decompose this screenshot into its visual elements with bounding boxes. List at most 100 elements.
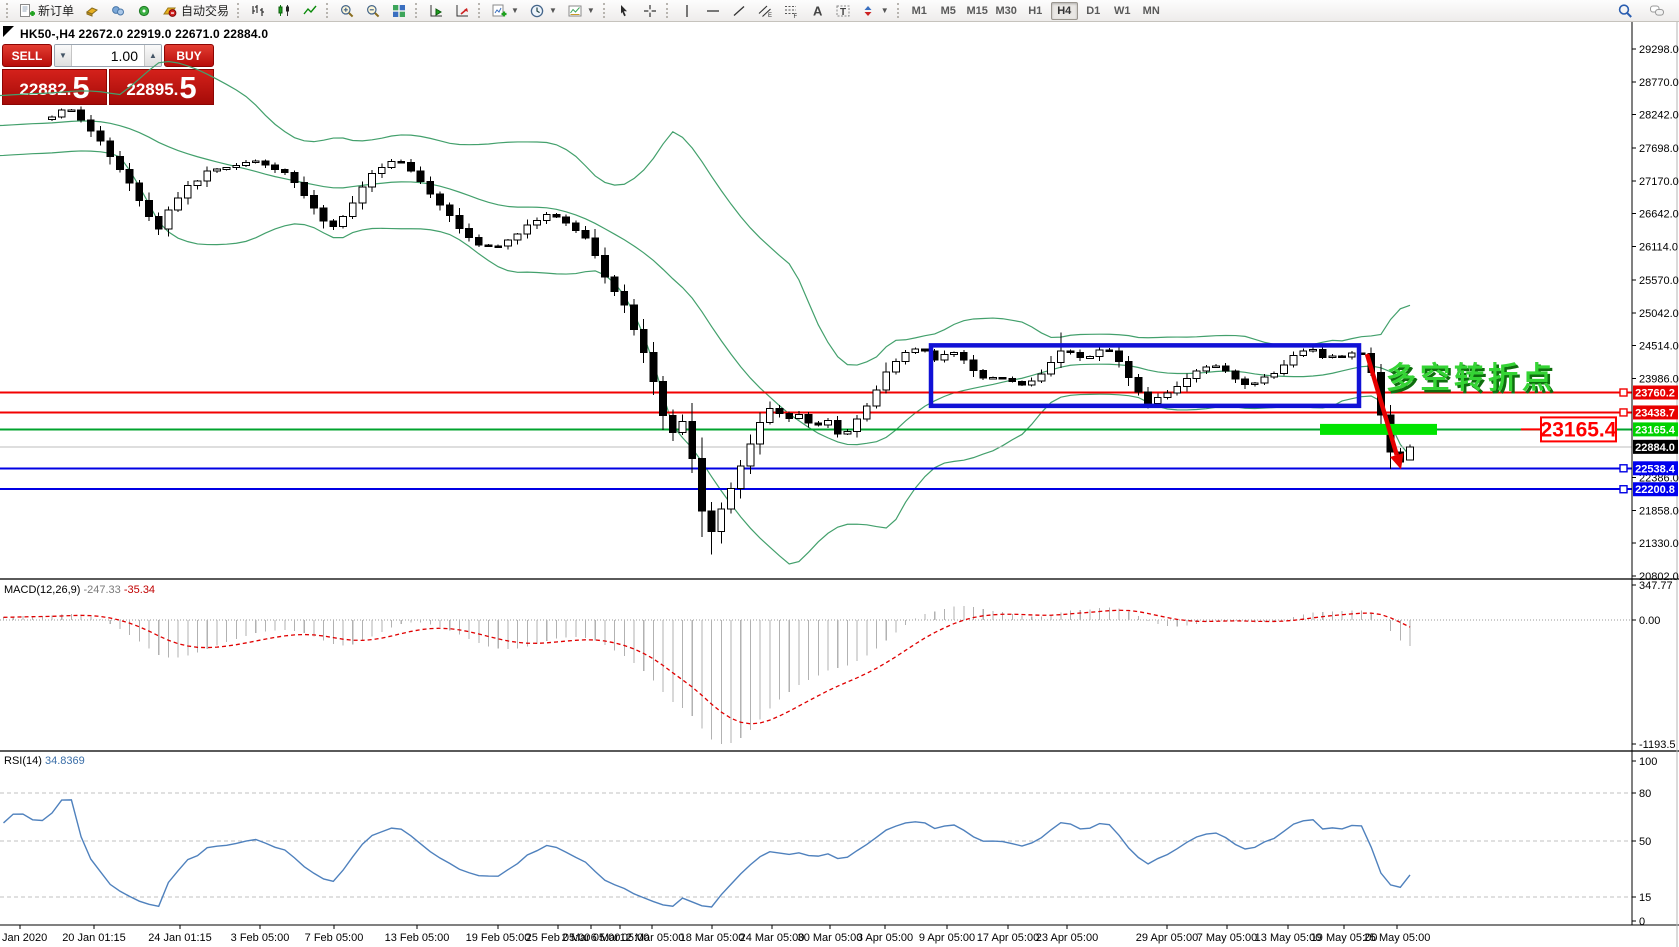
toolbar-grip	[326, 3, 330, 18]
level-handle[interactable]	[1620, 465, 1627, 472]
text-icon: A	[809, 3, 825, 19]
line-chart-icon	[302, 3, 318, 19]
rsi-axis-label: 0	[1639, 916, 1645, 928]
price-tick-label: 24514.0	[1639, 341, 1679, 353]
autotrading-button[interactable]: 自动交易	[158, 1, 233, 21]
zoom-out-button[interactable]	[361, 1, 385, 21]
tile-windows-icon	[391, 3, 407, 19]
macd-axis-label: 347.77	[1639, 580, 1673, 592]
cursor-icon	[616, 3, 632, 19]
rsi-axis-label: 80	[1639, 788, 1651, 800]
cn-annotation-text[interactable]: 多空转折点	[1386, 362, 1556, 395]
toolbar-right-icons	[1613, 1, 1675, 21]
new-chart-button[interactable]: ▼	[487, 1, 523, 21]
timeframe-mn-button[interactable]: MN	[1138, 2, 1165, 20]
periods-button[interactable]: ▼	[525, 1, 561, 21]
candle-chart-icon	[276, 3, 292, 19]
macd-axis-label: 0.00	[1639, 615, 1660, 627]
time-tick-label: 30 Mar 05:00	[798, 932, 863, 944]
time-tick-label: 19 Feb 05:00	[466, 932, 531, 944]
time-tick-label: 12 Mar 05:00	[620, 932, 685, 944]
dropdown-caret-icon[interactable]: ▼	[549, 6, 557, 15]
rsi-line	[4, 800, 1411, 907]
text-label-icon: T	[835, 3, 851, 19]
shapes-icon	[861, 3, 877, 19]
level-handle[interactable]	[1620, 486, 1627, 493]
arrows-tool[interactable]: ▼	[857, 1, 893, 21]
text-label-tool[interactable]: T	[831, 1, 855, 21]
timeframe-m5-button[interactable]: M5	[935, 2, 962, 20]
time-tick-label: 29 Apr 05:00	[1136, 932, 1198, 944]
new-chart-icon	[491, 3, 507, 19]
text-tool[interactable]: A	[805, 1, 829, 21]
horizontal-line-icon	[705, 3, 721, 19]
toolbar-grip	[897, 3, 901, 18]
chart-shift-button[interactable]	[450, 1, 474, 21]
trendline-tool[interactable]	[727, 1, 751, 21]
level-handle[interactable]	[1620, 409, 1627, 416]
template-icon	[567, 3, 583, 19]
time-axis: 4 Jan 202020 Jan 01:1524 Jan 01:153 Feb …	[0, 925, 1430, 944]
zoom-out-icon	[365, 3, 381, 19]
line-chart-button[interactable]	[298, 1, 322, 21]
toolbar-grip	[666, 3, 670, 18]
green-highlight-band[interactable]	[1320, 424, 1437, 435]
history-center-button[interactable]	[80, 1, 104, 21]
macd-panel	[0, 606, 1632, 744]
toolbar-grip	[478, 3, 482, 18]
dropdown-caret-icon[interactable]: ▼	[511, 6, 519, 15]
price-tick-label: 23986.0	[1639, 373, 1679, 385]
templates-button[interactable]: ▼	[563, 1, 599, 21]
community-chat-button[interactable]	[1645, 1, 1669, 21]
fibonacci-tool[interactable]: F	[779, 1, 803, 21]
svg-text:22538.4: 22538.4	[1635, 463, 1676, 475]
bar-chart-button[interactable]	[246, 1, 270, 21]
time-tick-label: 24 Mar 05:00	[740, 932, 805, 944]
timeframe-m30-button[interactable]: M30	[993, 2, 1020, 20]
price-callout-text: 23165.4	[1541, 418, 1617, 441]
search-button[interactable]	[1613, 1, 1637, 21]
rsi-panel	[0, 793, 1632, 907]
svg-text:22884.0: 22884.0	[1635, 442, 1675, 454]
zoom-in-button[interactable]	[335, 1, 359, 21]
vertical-line-tool[interactable]	[675, 1, 699, 21]
auto-scroll-button[interactable]	[424, 1, 448, 21]
channel-icon: E	[757, 3, 773, 19]
gold-icon	[84, 3, 100, 19]
timeframe-h1-button[interactable]: H1	[1022, 2, 1049, 20]
horizontal-line-tool[interactable]	[701, 1, 725, 21]
toolbar-grip	[237, 3, 241, 18]
price-tick-label: 27698.0	[1639, 143, 1679, 155]
rsi-axis-label: 15	[1639, 892, 1651, 904]
profiles-button[interactable]	[106, 1, 130, 21]
dropdown-caret-icon[interactable]: ▼	[881, 6, 889, 15]
indicator-remove-icon	[454, 3, 470, 19]
timeframe-d1-button[interactable]: D1	[1080, 2, 1107, 20]
toolbar-grip	[415, 3, 419, 18]
level-handle[interactable]	[1620, 389, 1627, 396]
timeframe-m15-button[interactable]: M15	[964, 2, 991, 20]
time-tick-label: 7 May 05:00	[1197, 932, 1258, 944]
dropdown-caret-icon[interactable]: ▼	[587, 6, 595, 15]
svg-text:22200.8: 22200.8	[1635, 484, 1675, 496]
trendline-icon	[731, 3, 747, 19]
sell-arrow-head	[1390, 453, 1403, 469]
candlesticks	[49, 106, 1414, 554]
candlestick-chart-button[interactable]	[272, 1, 296, 21]
signals-button[interactable]	[132, 1, 156, 21]
price-axis: 29298.028770.028242.027698.027170.026642…	[1632, 44, 1679, 928]
new-order-button[interactable]: 新订单	[15, 1, 78, 21]
price-tick-label: 25042.0	[1639, 308, 1679, 320]
timeframe-m1-button[interactable]: M1	[906, 2, 933, 20]
svg-text:23760.2: 23760.2	[1635, 388, 1675, 400]
timeframe-h4-button[interactable]: H4	[1051, 2, 1078, 20]
tile-windows-button[interactable]	[387, 1, 411, 21]
cursor-tool-button[interactable]	[612, 1, 636, 21]
crosshair-tool-button[interactable]	[638, 1, 662, 21]
equidistant-channel-tool[interactable]: E	[753, 1, 777, 21]
timeframe-w1-button[interactable]: W1	[1109, 2, 1136, 20]
price-tick-label: 29298.0	[1639, 44, 1679, 56]
price-tick-label: 21858.0	[1639, 505, 1679, 517]
new-order-icon	[19, 3, 35, 19]
svg-text:23165.4: 23165.4	[1635, 424, 1676, 436]
